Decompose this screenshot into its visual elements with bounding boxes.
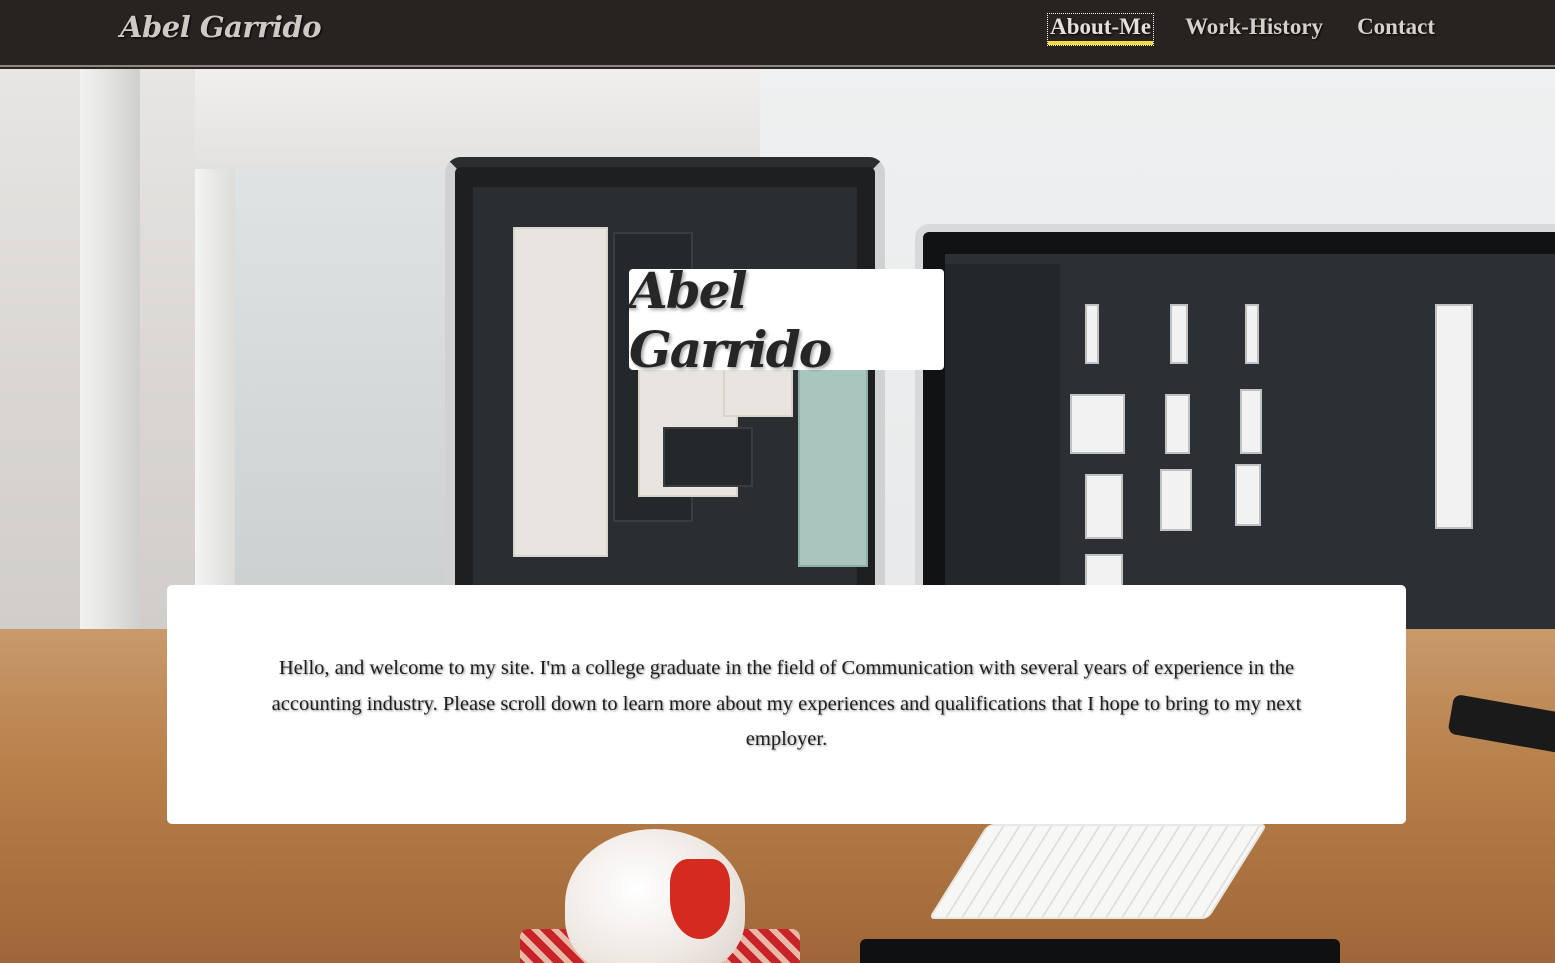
intro-text: Hello, and welcome to my site. I'm a col… — [271, 657, 1302, 751]
file-thumbnail — [1085, 304, 1099, 364]
figurine-bib — [670, 859, 730, 939]
intro-card: Hello, and welcome to my site. I'm a col… — [167, 585, 1406, 824]
nav-link-contact[interactable]: Contact — [1355, 14, 1437, 45]
file-thumbnail — [1240, 389, 1262, 454]
tablet — [860, 939, 1340, 963]
hero-background-photo — [0, 69, 1555, 963]
file-thumbnail — [1070, 394, 1125, 454]
window-top-frame — [195, 69, 760, 169]
nav-links: About-Me Work-History Contact — [1047, 13, 1437, 46]
screen-mockup-panel — [513, 227, 608, 557]
hero-title: Abel Garrido — [629, 260, 832, 379]
nav-link-about-me[interactable]: About-Me — [1047, 13, 1155, 46]
file-preview — [1435, 304, 1473, 529]
file-thumbnail — [1165, 394, 1190, 454]
nav-link-work-history[interactable]: Work-History — [1183, 14, 1325, 45]
brand-logo[interactable]: Abel Garrido — [120, 10, 322, 44]
top-navbar: Abel Garrido About-Me Work-History Conta… — [0, 0, 1555, 67]
file-thumbnail — [1160, 469, 1192, 531]
file-thumbnail — [1085, 474, 1123, 539]
hero-title-card: Abel Garrido — [629, 261, 944, 379]
file-thumbnail — [1235, 464, 1261, 526]
file-thumbnail — [1170, 304, 1188, 364]
screen-mockup-panel — [663, 427, 753, 487]
file-thumbnail — [1245, 304, 1259, 364]
keyboard — [928, 824, 1268, 919]
